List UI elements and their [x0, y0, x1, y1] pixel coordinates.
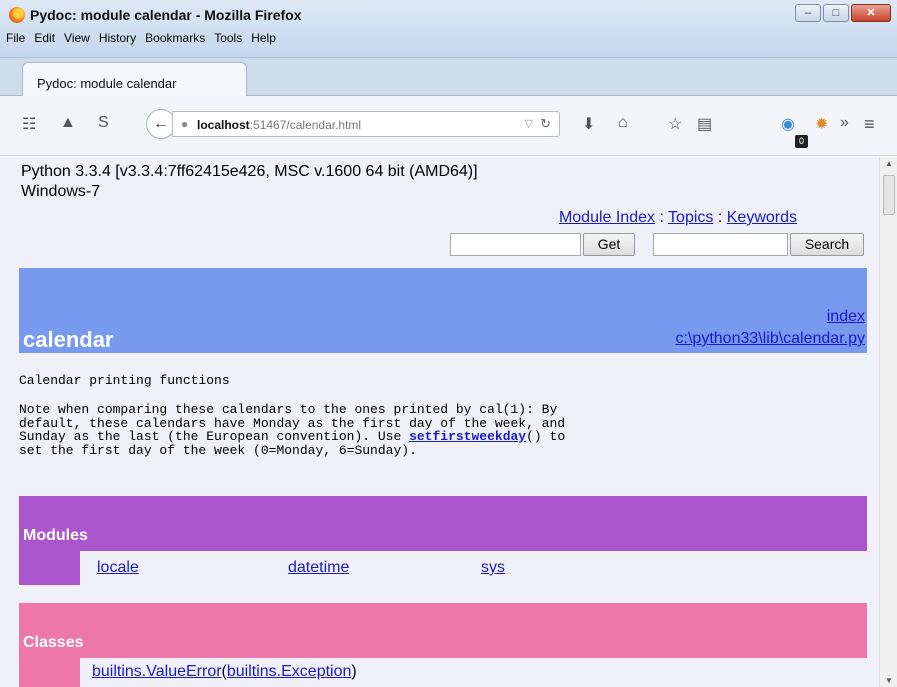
- module-index-link[interactable]: Module Index: [559, 209, 655, 226]
- get-button[interactable]: Get: [583, 233, 635, 256]
- class-base-link[interactable]: builtins.Exception: [227, 663, 352, 680]
- modules-list: locale datetime sys: [80, 551, 867, 585]
- navigation-toolbar: ☷ ▲ S ← ● localhost:51467/calendar.html …: [0, 96, 897, 156]
- setfirstweekday-link[interactable]: setfirstweekday: [409, 429, 526, 444]
- os-name: Windows-7: [21, 183, 101, 200]
- menu-tools[interactable]: Tools: [214, 31, 242, 45]
- download-icon[interactable]: ⬇: [582, 114, 595, 134]
- page-content: Python 3.3.4 [v3.3.4:7ff62415e426, MSC v…: [0, 157, 879, 687]
- window-titlebar: Pydoc: module calendar - Mozilla Firefox…: [0, 0, 897, 58]
- scroll-up-icon[interactable]: ▲: [885, 159, 893, 168]
- modules-section-header: Modules: [19, 496, 867, 551]
- tab-strip: Pydoc: module calendar: [0, 58, 897, 97]
- window-title: Pydoc: module calendar - Mozilla Firefox: [30, 7, 302, 23]
- menu-edit[interactable]: Edit: [34, 31, 55, 45]
- addon-icon[interactable]: ✹: [815, 114, 828, 134]
- close-button[interactable]: ✕: [851, 4, 891, 22]
- menu-bar: File Edit View History Bookmarks Tools H…: [6, 31, 285, 45]
- topics-link[interactable]: Topics: [668, 209, 713, 226]
- star-icon[interactable]: ☆: [668, 114, 682, 134]
- sync-icon[interactable]: S: [98, 114, 109, 132]
- module-link-locale[interactable]: locale: [97, 559, 139, 577]
- classes-section-header: Classes: [19, 603, 867, 658]
- description-text: Sunday as the last (the European convent…: [19, 429, 410, 444]
- module-title: calendar: [23, 327, 114, 352]
- module-link-sys[interactable]: sys: [481, 559, 505, 577]
- scrollbar-thumb[interactable]: [883, 175, 895, 215]
- menu-file[interactable]: File: [6, 31, 25, 45]
- tab-pydoc-calendar[interactable]: Pydoc: module calendar: [22, 62, 247, 97]
- url-dropdown-icon[interactable]: ▽: [525, 117, 533, 130]
- window-controls: – □ ✕: [795, 4, 891, 22]
- rss-icon[interactable]: ☷: [22, 114, 36, 134]
- nav-separator: :: [655, 209, 669, 226]
- python-version-info: Python 3.3.4 [v3.3.4:7ff62415e426, MSC v…: [21, 162, 478, 202]
- source-file-link[interactable]: c:\python33\lib\calendar.py: [676, 330, 865, 348]
- menu-view[interactable]: View: [64, 31, 90, 45]
- menu-history[interactable]: History: [99, 31, 136, 45]
- search-input[interactable]: [653, 233, 788, 256]
- module-heading-band: calendar index c:\python33\lib\calendar.…: [19, 268, 867, 353]
- url-bar[interactable]: ● localhost:51467/calendar.html ▽ ↻: [172, 111, 560, 137]
- back-arrow-icon: ←: [153, 115, 169, 132]
- url-path: :51467/calendar.html: [249, 118, 362, 132]
- classes-title: Classes: [23, 634, 84, 651]
- modules-title: Modules: [23, 527, 88, 544]
- nav-separator: :: [713, 209, 727, 226]
- pydoc-nav-links: Module Index : Topics : Keywords: [559, 209, 797, 227]
- menu-help[interactable]: Help: [251, 31, 276, 45]
- index-link[interactable]: index: [827, 308, 865, 326]
- description-line: set the first day of the week (0=Monday,…: [19, 442, 417, 458]
- overflow-icon[interactable]: »: [840, 114, 849, 132]
- get-input[interactable]: [450, 233, 581, 256]
- scroll-down-icon[interactable]: ▼: [885, 676, 893, 685]
- ghost-badge: 0: [795, 135, 808, 148]
- class-link-valueerror[interactable]: builtins.ValueError: [92, 663, 222, 680]
- vertical-scrollbar[interactable]: ▲ ▼: [879, 157, 897, 687]
- classes-side-strip: [19, 658, 80, 687]
- firefox-logo-icon: [9, 7, 25, 23]
- search-button[interactable]: Search: [790, 233, 864, 256]
- description-line: default, these calendars have Monday as …: [19, 415, 566, 431]
- description-line: Note when comparing these calendars to t…: [19, 402, 558, 417]
- globe-icon: ●: [181, 117, 189, 131]
- url-host: localhost: [197, 118, 250, 132]
- module-summary: Calendar printing functions: [19, 373, 230, 388]
- home-icon[interactable]: ⌂: [618, 114, 628, 132]
- minimize-button[interactable]: –: [795, 4, 821, 22]
- module-link-datetime[interactable]: datetime: [288, 559, 349, 577]
- class-entry: builtins.ValueError(builtins.Exception): [92, 663, 357, 681]
- pocket-icon[interactable]: ▲: [60, 114, 76, 132]
- hamburger-menu-icon[interactable]: ≡: [864, 114, 875, 135]
- url-text: localhost:51467/calendar.html: [197, 118, 361, 132]
- maximize-button[interactable]: □: [823, 4, 849, 22]
- menu-bookmarks[interactable]: Bookmarks: [145, 31, 205, 45]
- ghost-icon[interactable]: ◉: [781, 114, 795, 134]
- description-line: Sunday as the last (the European convent…: [19, 430, 565, 444]
- reading-list-icon[interactable]: ▤: [697, 114, 712, 134]
- keywords-link[interactable]: Keywords: [727, 209, 797, 226]
- reload-icon[interactable]: ↻: [540, 116, 551, 132]
- modules-side-strip: [19, 551, 80, 585]
- module-description: Note when comparing these calendars to t…: [19, 403, 565, 457]
- python-version: Python 3.3.4 [v3.3.4:7ff62415e426, MSC v…: [21, 163, 478, 180]
- description-text: () to: [526, 429, 566, 444]
- class-paren-close: ): [351, 663, 357, 680]
